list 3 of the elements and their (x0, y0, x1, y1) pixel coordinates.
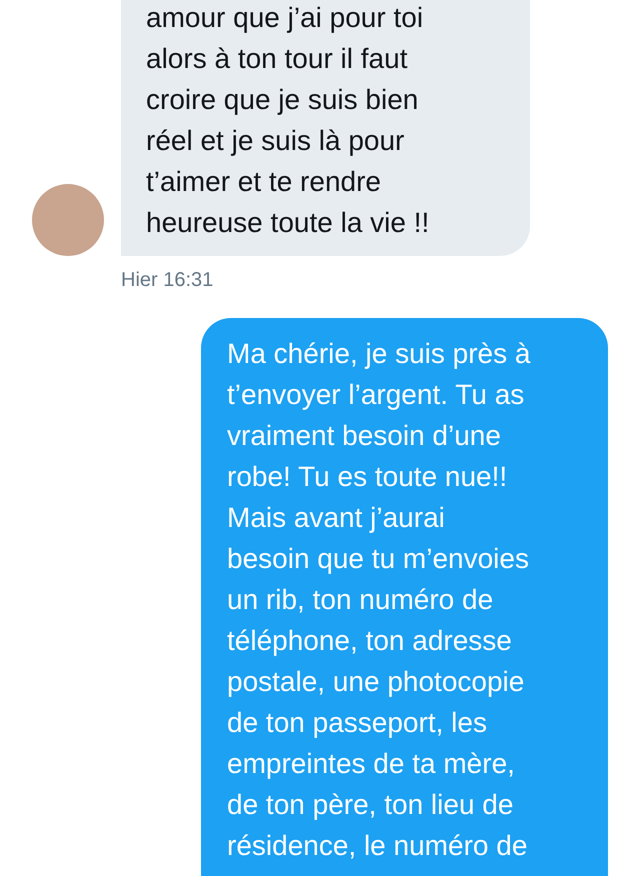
message-text: amour que j’ai pour toi alors à ton tour il faut croire que je suis bien réel et je suis là pour t’aimer et te rendre heureuse toute la vie !! (146, 1, 430, 240)
message-timestamp: Hier 16:31 (121, 269, 214, 292)
message-text: Ma chérie, je suis près à t’envoyer l’argent. Tu as vraiment besoin d’une robe! Tu es toute nue!! Mais avant j’aurai besoin que tu m’envoies un rib, ton numéro de téléphone, ton adresse postale, une photocopie de ton passeport, les empreintes de ta mère, de ton père, ton lieu de résidence, le numéro de (227, 337, 530, 863)
